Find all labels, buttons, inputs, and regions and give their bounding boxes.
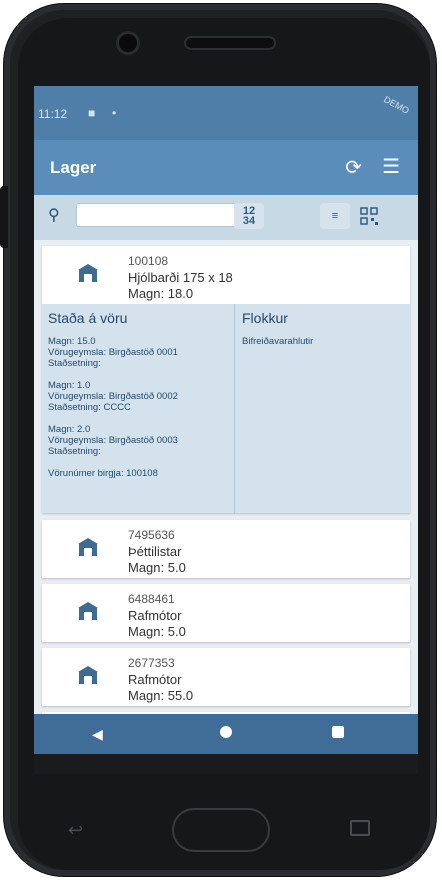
- android-nav-bar: ◀: [34, 714, 418, 754]
- warehouse-door: [84, 548, 92, 556]
- status-dot: •: [112, 106, 117, 120]
- side-button: [0, 186, 8, 248]
- nav-home-icon[interactable]: [220, 726, 232, 738]
- speaker-grill: [186, 38, 274, 48]
- list-item-expanded[interactable]: 100108 Hjólbarði 175 x 18 Magn: 18.0 Sta…: [42, 246, 410, 513]
- item-qty: Magn: 5.0: [128, 624, 186, 639]
- item-name: Hjólbarði 175 x 18: [128, 270, 233, 285]
- category-column: Flokkur Bifreiðavarahlutir: [236, 304, 410, 513]
- item-number: 7495636: [128, 528, 175, 542]
- hardware-recents-icon[interactable]: [350, 820, 370, 836]
- sim-icon: ■: [88, 106, 96, 120]
- status-time: 11:12: [38, 107, 68, 121]
- item-number: 100108: [128, 254, 169, 268]
- list-item[interactable]: 7495636 Þéttilistar Magn: 5.0: [42, 520, 410, 578]
- search-icon[interactable]: ⚲: [48, 205, 60, 225]
- stock-status-lines: Magn: 15.0 Vörugeymsla: Birgðastöð 0001 …: [48, 336, 178, 479]
- search-input[interactable]: [76, 203, 252, 227]
- category-value: Bifreiðavarahlutir: [242, 336, 314, 347]
- item-qty: Magn: 5.0: [128, 560, 186, 575]
- item-number: 6488461: [128, 592, 175, 606]
- list-item[interactable]: 6488461 Rafmótor Magn: 5.0: [42, 584, 410, 642]
- inventory-list: 100108 Hjólbarði 175 x 18 Magn: 18.0 Sta…: [34, 240, 418, 714]
- warehouse-door: [84, 676, 92, 684]
- demo-watermark: DEMO: [382, 94, 411, 116]
- item-name: Þéttilistar: [128, 544, 182, 559]
- search-bar: ⚲ 12 34 ≡: [34, 195, 418, 240]
- sort-numeric-label: 12 34: [242, 205, 256, 227]
- stock-status-column: Staða á vöru Magn: 15.0 Vörugeymsla: Bir…: [42, 304, 235, 513]
- warehouse-door: [84, 274, 92, 282]
- item-details: Staða á vöru Magn: 15.0 Vörugeymsla: Bir…: [42, 304, 410, 513]
- qr-code-icon: [360, 207, 378, 225]
- warehouse-icon: [78, 264, 98, 282]
- filter-icon: ≡: [331, 210, 339, 222]
- item-number: 2677353: [128, 656, 175, 670]
- hardware-back-icon[interactable]: ↩: [68, 820, 83, 841]
- warehouse-icon: [78, 602, 98, 620]
- stock-status-title: Staða á vöru: [48, 310, 128, 326]
- warehouse-icon: [78, 538, 98, 556]
- item-name: Rafmótor: [128, 608, 182, 623]
- filter-button[interactable]: ≡: [320, 203, 350, 229]
- item-qty: Magn: 55.0: [128, 688, 194, 703]
- hardware-home-button[interactable]: [172, 808, 270, 852]
- category-title: Flokkur: [242, 310, 288, 326]
- item-qty: Magn: 18.0: [128, 286, 194, 301]
- qr-scan-button[interactable]: [354, 203, 384, 229]
- page-title: Lager: [50, 158, 97, 177]
- app-screen: 11:12 ■ • DEMO Lager ⟳ ☰ ⚲ 12 34 ≡ 10010…: [34, 86, 418, 774]
- nav-recents-icon[interactable]: [332, 726, 344, 738]
- hamburger-menu-icon[interactable]: ☰: [382, 154, 400, 179]
- item-name: Rafmótor: [128, 672, 182, 687]
- sort-numeric-button[interactable]: 12 34: [234, 203, 264, 229]
- camera-icon: [119, 34, 137, 52]
- screen-bottom: [34, 754, 418, 774]
- status-bar: 11:12 ■ • DEMO: [34, 86, 418, 140]
- nav-back-icon[interactable]: ◀: [92, 726, 103, 743]
- warehouse-door: [84, 612, 92, 620]
- list-item[interactable]: 2677353 Rafmótor Magn: 55.0: [42, 648, 410, 706]
- app-toolbar: Lager ⟳ ☰: [34, 140, 418, 195]
- refresh-icon[interactable]: ⟳: [345, 155, 362, 180]
- warehouse-icon: [78, 666, 98, 684]
